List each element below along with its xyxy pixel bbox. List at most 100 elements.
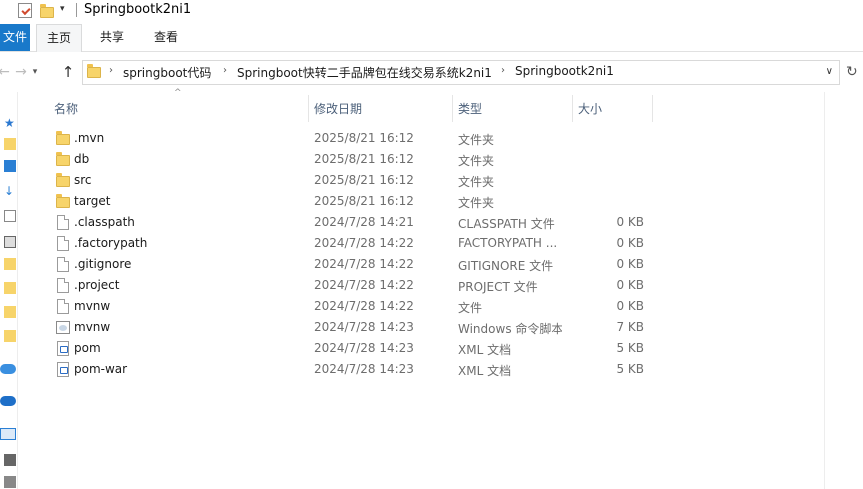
file-type: FACTORYPATH ... bbox=[458, 236, 558, 250]
file-type: XML 文档 bbox=[458, 343, 512, 357]
file-date: 2024/7/28 14:23 bbox=[314, 320, 414, 334]
folder-icon bbox=[56, 173, 70, 188]
column-header-date[interactable]: 修改日期 bbox=[314, 100, 362, 117]
folder-icon bbox=[56, 131, 70, 146]
file-row[interactable]: .mvn 2025/8/21 16:12 文件夹 bbox=[46, 128, 652, 149]
file-name: db bbox=[74, 152, 90, 166]
onedrive-icon[interactable] bbox=[0, 364, 16, 374]
documents-icon[interactable] bbox=[4, 210, 16, 222]
file-date: 2024/7/28 14:23 bbox=[314, 341, 414, 355]
file-date: 2024/7/28 14:22 bbox=[314, 278, 414, 292]
file-row[interactable]: target 2025/8/21 16:12 文件夹 bbox=[46, 191, 652, 212]
refresh-icon[interactable]: ↻ bbox=[846, 64, 858, 80]
file-date: 2025/8/21 16:12 bbox=[314, 131, 414, 145]
column-header-type[interactable]: 类型 bbox=[458, 100, 482, 117]
file-icon bbox=[56, 215, 70, 230]
file-row[interactable]: pom 2024/7/28 14:23 XML 文档 5 KB bbox=[46, 338, 652, 359]
tab-view[interactable]: 查看 bbox=[146, 24, 186, 51]
breadcrumb-separator[interactable]: › bbox=[223, 65, 227, 76]
recent-locations-dropdown-icon[interactable]: ▾ bbox=[30, 62, 40, 82]
tab-file[interactable]: 文件 bbox=[0, 24, 30, 51]
file-icon bbox=[56, 236, 70, 251]
new-folder-icon[interactable] bbox=[40, 4, 54, 18]
navigation-pane: ★ ↓ bbox=[0, 92, 18, 489]
file-icon-shape bbox=[57, 215, 69, 230]
file-type: 文件夹 bbox=[458, 175, 495, 189]
nav-folder-icon[interactable] bbox=[4, 330, 16, 342]
column-divider[interactable] bbox=[652, 95, 653, 122]
file-date: 2024/7/28 14:23 bbox=[314, 362, 414, 376]
column-divider[interactable] bbox=[452, 95, 453, 122]
column-header-size[interactable]: 大小 bbox=[578, 100, 602, 117]
file-list: ^ 名称 修改日期 类型 大小 .mvn 2025/8/21 16:12 文件夹… bbox=[46, 88, 826, 489]
quick-access-star-icon[interactable]: ★ bbox=[4, 116, 16, 130]
file-date: 2025/8/21 16:12 bbox=[314, 194, 414, 208]
file-row[interactable]: pom-war 2024/7/28 14:23 XML 文档 5 KB bbox=[46, 359, 652, 380]
file-size: 5 KB bbox=[616, 362, 644, 376]
downloads-icon[interactable]: ↓ bbox=[4, 184, 16, 198]
drive-icon[interactable] bbox=[4, 454, 16, 466]
drive-icon[interactable] bbox=[4, 476, 16, 488]
file-icon-shape bbox=[57, 278, 69, 293]
file-size: 0 KB bbox=[616, 236, 644, 250]
file-type: 文件夹 bbox=[458, 196, 495, 210]
file-name: .project bbox=[74, 278, 120, 292]
file-date: 2024/7/28 14:22 bbox=[314, 299, 414, 313]
desktop-icon[interactable] bbox=[4, 160, 16, 172]
file-date: 2025/8/21 16:12 bbox=[314, 173, 414, 187]
folder-icon-shape bbox=[56, 173, 70, 187]
file-row[interactable]: db 2025/8/21 16:12 文件夹 bbox=[46, 149, 652, 170]
file-date: 2025/8/21 16:12 bbox=[314, 152, 414, 166]
breadcrumb-item[interactable]: Springboot快转二手品牌包在线交易系统k2ni1 bbox=[237, 64, 492, 81]
file-icon bbox=[56, 257, 70, 272]
file-name: .classpath bbox=[74, 215, 135, 229]
file-row[interactable]: src 2025/8/21 16:12 文件夹 bbox=[46, 170, 652, 191]
file-row[interactable]: .gitignore 2024/7/28 14:22 GITIGNORE 文件 … bbox=[46, 254, 652, 275]
cmd-script-icon bbox=[56, 320, 70, 335]
file-row[interactable]: .factorypath 2024/7/28 14:22 FACTORYPATH… bbox=[46, 233, 652, 254]
navigation-bar: ← → ▾ ↑ › springboot代码 › Springboot快转二手品… bbox=[0, 56, 863, 88]
breadcrumb-item[interactable]: Springbootk2ni1 bbox=[515, 64, 614, 78]
up-arrow-icon[interactable]: ↑ bbox=[58, 62, 78, 82]
folder-icon bbox=[56, 152, 70, 167]
file-type: CLASSPATH 文件 bbox=[458, 217, 555, 231]
quick-access-dropdown-icon[interactable]: ▾ bbox=[60, 4, 70, 16]
xml-document-icon bbox=[56, 341, 70, 356]
this-pc-icon[interactable] bbox=[0, 428, 16, 440]
file-size: 7 KB bbox=[616, 320, 644, 334]
file-size: 0 KB bbox=[616, 257, 644, 271]
file-type: XML 文档 bbox=[458, 364, 512, 378]
nav-folder-icon[interactable] bbox=[4, 138, 16, 150]
nav-folder-icon[interactable] bbox=[4, 282, 16, 294]
file-row[interactable]: .classpath 2024/7/28 14:21 CLASSPATH 文件 … bbox=[46, 212, 652, 233]
column-divider[interactable] bbox=[308, 95, 309, 122]
address-history-dropdown-icon[interactable]: ∨ bbox=[826, 66, 833, 77]
tab-share[interactable]: 共享 bbox=[92, 24, 132, 51]
file-name: .factorypath bbox=[74, 236, 148, 250]
nav-folder-icon[interactable] bbox=[4, 306, 16, 318]
back-arrow-icon[interactable]: ← bbox=[0, 62, 10, 82]
file-type: 文件夹 bbox=[458, 133, 495, 147]
nav-folder-icon[interactable] bbox=[4, 258, 16, 270]
file-date: 2024/7/28 14:22 bbox=[314, 236, 414, 250]
folder-icon-shape bbox=[56, 152, 70, 166]
file-row[interactable]: mvnw 2024/7/28 14:22 文件 0 KB bbox=[46, 296, 652, 317]
xml-document-icon-shape bbox=[57, 362, 69, 377]
breadcrumb-separator[interactable]: › bbox=[501, 65, 505, 76]
onedrive-icon[interactable] bbox=[0, 396, 16, 406]
forward-arrow-icon[interactable]: → bbox=[14, 62, 28, 82]
file-row[interactable]: .project 2024/7/28 14:22 PROJECT 文件 0 KB bbox=[46, 275, 652, 296]
file-icon-shape bbox=[57, 236, 69, 251]
folder-icon bbox=[87, 64, 101, 79]
address-bar[interactable]: › springboot代码 › Springboot快转二手品牌包在线交易系统… bbox=[82, 60, 840, 85]
column-header-name[interactable]: 名称 bbox=[54, 100, 78, 117]
pictures-icon[interactable] bbox=[4, 236, 16, 248]
breadcrumb-separator[interactable]: › bbox=[109, 65, 113, 76]
column-divider[interactable] bbox=[572, 95, 573, 122]
window-title: Springbootk2ni1 bbox=[84, 2, 192, 17]
breadcrumb-item[interactable]: springboot代码 bbox=[123, 64, 211, 81]
file-row[interactable]: mvnw 2024/7/28 14:23 Windows 命令脚本 7 KB bbox=[46, 317, 652, 338]
properties-icon[interactable] bbox=[18, 3, 32, 18]
folder-icon-shape bbox=[56, 131, 70, 145]
tab-home[interactable]: 主页 bbox=[36, 24, 82, 52]
